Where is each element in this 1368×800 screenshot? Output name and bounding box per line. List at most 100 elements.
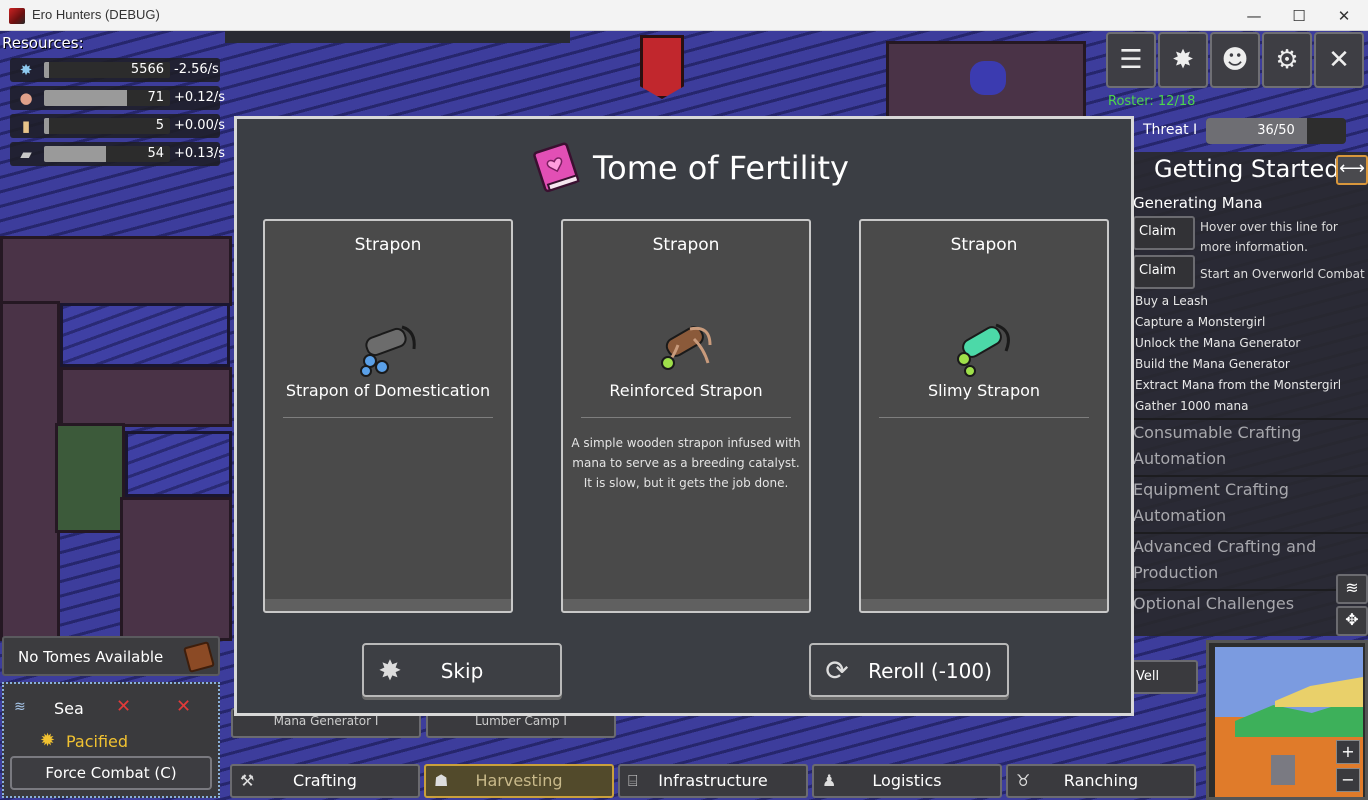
skip-label: Skip [440, 659, 484, 683]
sea-region-icon: ≋ [14, 699, 26, 715]
minus-icon: − [1341, 770, 1355, 789]
reroll-button[interactable]: ⟳ Reroll (-100) [809, 643, 1009, 697]
list-button[interactable]: ☰ [1106, 32, 1156, 88]
map-water [125, 431, 232, 497]
tome-icon [533, 142, 580, 193]
mana-burst-button[interactable]: ✸ [1158, 32, 1208, 88]
card-divider [879, 417, 1089, 418]
quest-title: Getting Started [1154, 155, 1340, 183]
tab-crafting[interactable]: ⚒ Crafting [230, 764, 420, 798]
threat-label: Threat I [1143, 122, 1198, 138]
quest-subtitle: Generating Mana [1133, 194, 1263, 212]
resource-row: ● 71 +0.12/s [10, 86, 225, 110]
quest-item: Build the Mana Generator [1135, 357, 1290, 371]
reward-card[interactable]: Strapon Slimy Strapon [859, 219, 1109, 613]
tab-label: Crafting [293, 771, 357, 790]
close-window-button[interactable]: ✕ [1321, 0, 1367, 31]
maximize-button[interactable]: ☐ [1276, 0, 1322, 31]
window-title: Ero Hunters (DEBUG) [32, 7, 160, 22]
resource-row: ▮ 5 +0.00/s [10, 114, 225, 138]
tab-logistics[interactable]: ♟ Logistics [812, 764, 1002, 798]
tome-dialog: Tome of Fertility Strapon Strapon of Dom… [234, 116, 1134, 716]
card-name: Slimy Strapon [927, 381, 1041, 400]
resources-title: Resources: [2, 34, 84, 52]
quest-item: Capture a Monstergirl [1135, 315, 1266, 329]
tab-infrastructure[interactable]: ⌸ Infrastructure [618, 764, 808, 798]
map-wall [120, 497, 232, 641]
tab-label: Infrastructure [658, 771, 768, 790]
dialog-title: Tome of Fertility [593, 149, 849, 187]
scroll-icon: ▮ [21, 117, 31, 135]
roster-count: Roster: 12/18 [1108, 94, 1196, 109]
reroll-label: Reroll (-100) [868, 659, 992, 683]
tab-label: Harvesting [475, 771, 563, 790]
quest-section-line: Advanced Crafting and [1133, 537, 1317, 556]
app-icon [9, 8, 25, 24]
card-description: A simple wooden strapon infused with man… [571, 436, 801, 490]
minimap-sand [1275, 677, 1363, 707]
layers-button[interactable]: ≋ [1336, 574, 1368, 604]
map-wall [0, 236, 232, 306]
quest-section-advanced[interactable]: Advanced Crafting and Production [1130, 532, 1368, 588]
move-icon: ✥ [1345, 610, 1359, 629]
tomes-box[interactable]: No Tomes Available [2, 636, 220, 676]
tab-label: Ranching [1063, 771, 1139, 790]
quest-item: Extract Mana from the Monstergirl [1135, 378, 1342, 392]
threat-value: 36/50 [1257, 123, 1295, 138]
layers-icon: ≋ [1345, 578, 1359, 597]
move-button[interactable]: ✥ [1336, 606, 1368, 636]
pacified-icon: ✹ [40, 730, 56, 751]
strapon-icon [957, 323, 1010, 377]
quest-section-consumable[interactable]: Consumable Crafting Automation [1130, 418, 1368, 474]
resource-value: 5566 [130, 62, 164, 77]
close-icon: ✕ [1328, 45, 1350, 75]
tab-harvesting[interactable]: ☗ Harvesting [424, 764, 614, 798]
card-divider [581, 417, 791, 418]
monstergirl-portrait-button[interactable]: ☻ [1210, 32, 1260, 88]
meat-icon: ● [19, 89, 33, 107]
skip-button[interactable]: ✸ Skip [362, 643, 562, 697]
resource-rate: -2.56/s [174, 62, 219, 77]
resource-value: 5 [155, 118, 164, 133]
quest-collapse-button[interactable]: ⟷ [1336, 155, 1368, 185]
hammer-icon: ⚒ [240, 771, 255, 790]
map-banner[interactable] [640, 35, 684, 99]
region-panel: ≋ Sea ✕ ✕ ✹ Pacified Force Combat (C) [2, 682, 220, 798]
quest-section-optional[interactable]: Optional Challenges [1130, 589, 1368, 621]
map-wall [0, 301, 60, 641]
mana-burst-icon: ✸ [1172, 45, 1194, 75]
quest-section-line: Production [1133, 563, 1219, 582]
minimize-button[interactable]: — [1231, 0, 1277, 31]
tab-label: Logistics [872, 771, 942, 790]
card-name: Reinforced Strapon [609, 381, 763, 400]
remove-icon[interactable]: ✕ [176, 696, 191, 717]
basket-icon: ☗ [434, 771, 449, 790]
map-building [55, 423, 125, 533]
strapon-icon [661, 326, 712, 370]
resource-value: 71 [147, 90, 164, 105]
zoom-in-button[interactable]: + [1336, 740, 1360, 764]
claim-description: Hover over this line for more informatio… [1200, 220, 1338, 254]
zoom-out-button[interactable]: − [1336, 768, 1360, 792]
claim-button[interactable]: Claim [1133, 216, 1195, 250]
threat-bar: 36/50 [1206, 118, 1346, 144]
quest-section-line: Automation [1133, 506, 1227, 525]
remove-icon[interactable]: ✕ [116, 696, 131, 717]
quest-section-equipment[interactable]: Equipment Crafting Automation [1130, 475, 1368, 531]
reward-card[interactable]: Strapon Strapon of Domestication [263, 219, 513, 613]
tab-ranching[interactable]: ♉ Ranching [1006, 764, 1196, 798]
force-combat-button[interactable]: Force Combat (C) [10, 756, 212, 790]
list-icon: ☰ [1119, 45, 1143, 75]
region-name: Sea [54, 699, 84, 718]
reward-card[interactable]: Strapon Reinforced Strapon A simple wood… [561, 219, 811, 613]
map-dark-strip [225, 31, 570, 43]
minimap-rock [1271, 755, 1295, 785]
gear-button[interactable]: ⚙ [1262, 32, 1312, 88]
claim-button[interactable]: Claim [1133, 255, 1195, 289]
quest-section-line: Consumable Crafting [1133, 423, 1302, 442]
resource-value: 54 [147, 146, 164, 161]
card-name: Strapon of Domestication [285, 381, 491, 400]
quest-section-line: Automation [1133, 449, 1227, 468]
close-button[interactable]: ✕ [1314, 32, 1364, 88]
tome-book-icon [183, 641, 215, 673]
